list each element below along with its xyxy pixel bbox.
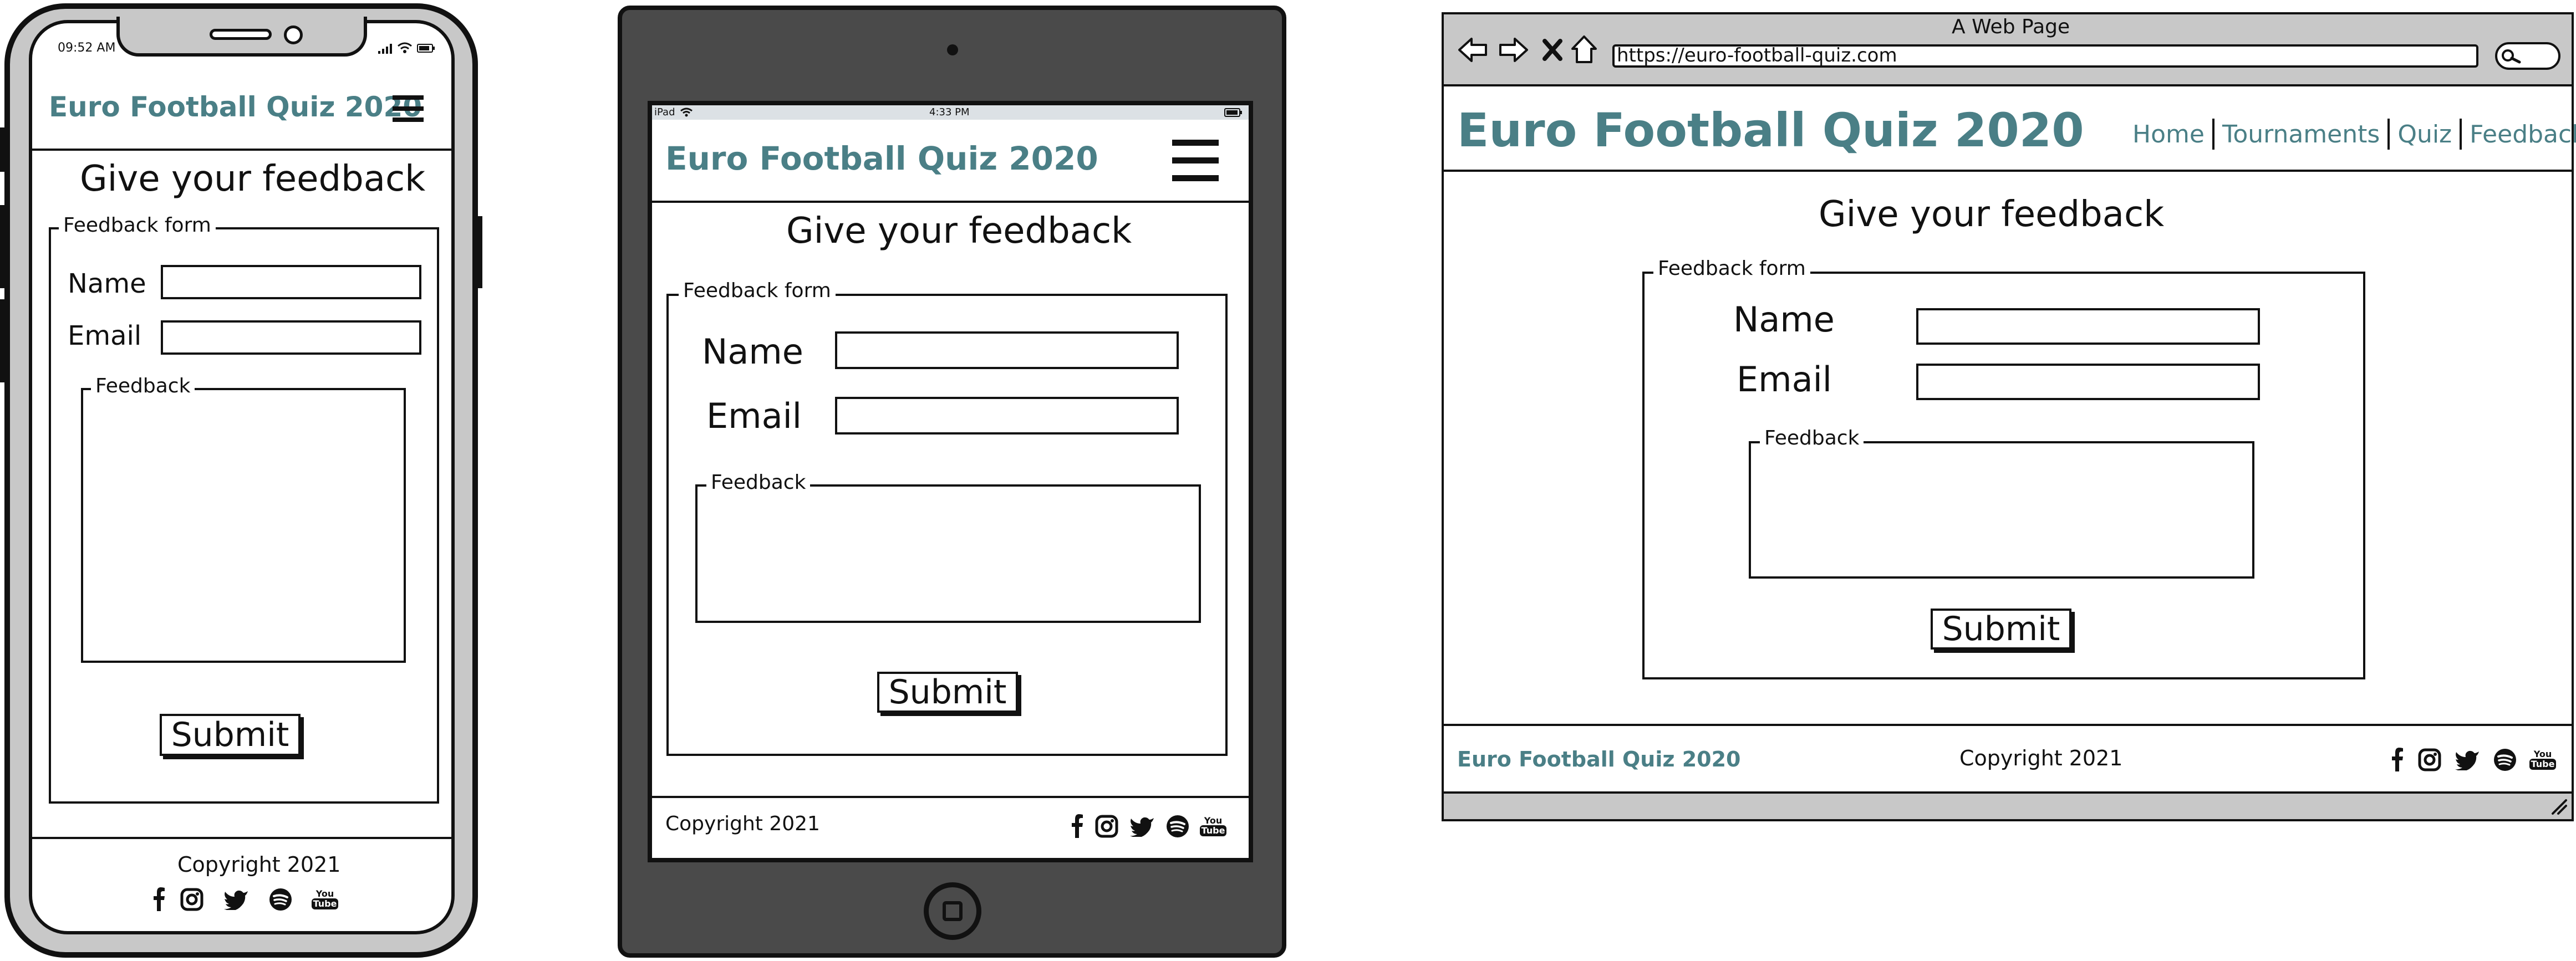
- tablet-home-square: [943, 901, 963, 921]
- tablet-submit-button[interactable]: Submit: [877, 672, 1018, 713]
- facebook-icon[interactable]: [2383, 747, 2411, 773]
- tablet-form-legend: Feedback form: [679, 279, 836, 302]
- tablet-name-label: Name: [702, 331, 803, 372]
- spotify-icon[interactable]: [2486, 748, 2524, 771]
- back-arrow-icon[interactable]: [1457, 35, 1488, 67]
- phone-header-divider: [32, 149, 451, 151]
- browser-window-title: A Web Page: [1952, 16, 2070, 38]
- tablet-social-icons: You Tube: [1065, 814, 1231, 839]
- tablet-status-time: 4:33 PM: [929, 106, 970, 118]
- twitter-icon[interactable]: [2448, 749, 2486, 770]
- phone-feedback-textarea[interactable]: [81, 388, 406, 663]
- home-icon[interactable]: [1570, 34, 1598, 67]
- desktop-name-input[interactable]: [1916, 308, 2260, 345]
- spotify-icon[interactable]: [258, 888, 303, 911]
- phone-email-label: Email: [68, 320, 142, 351]
- desktop-feedback-legend: Feedback: [1760, 427, 1864, 449]
- tablet-hamburger-icon[interactable]: [1171, 139, 1221, 185]
- instagram-icon[interactable]: [170, 888, 214, 911]
- desktop-form-legend: Feedback form: [1653, 257, 1810, 280]
- phone-feedback-legend: Feedback: [91, 375, 195, 397]
- nav-tournaments-link[interactable]: Tournaments: [2214, 120, 2387, 149]
- nav-home-link[interactable]: Home: [2132, 120, 2212, 149]
- phone-copyright: Copyright 2021: [177, 852, 341, 877]
- tablet-battery-icon: [1224, 108, 1243, 120]
- tablet-header-divider: [652, 201, 1249, 203]
- phone-side-button: [0, 127, 7, 172]
- youtube-icon[interactable]: You Tube: [1195, 816, 1231, 836]
- tablet-camera: [947, 44, 958, 55]
- youtube-icon[interactable]: You Tube: [303, 890, 347, 909]
- tablet-feedback-textarea[interactable]: [695, 484, 1201, 623]
- desktop-header-divider: [1444, 170, 2572, 172]
- phone-battery-icon: [417, 43, 436, 55]
- twitter-icon[interactable]: [1124, 816, 1160, 837]
- phone-name-label: Name: [68, 268, 146, 299]
- phone-camera: [284, 25, 303, 44]
- phone-wifi-icon: [397, 41, 413, 57]
- desktop-social-icons: You Tube: [2383, 747, 2562, 773]
- desktop-email-input[interactable]: [1916, 364, 2260, 400]
- nav-feedback-link[interactable]: Feedback: [2462, 120, 2576, 149]
- tablet-footer-divider: [652, 796, 1249, 798]
- forward-arrow-icon[interactable]: [1498, 35, 1529, 67]
- desktop-copyright: Copyright 2021: [1959, 746, 2123, 770]
- phone-power-button: [476, 216, 482, 288]
- desktop-nav: Home Tournaments Quiz Feedback: [2132, 119, 2576, 150]
- close-icon[interactable]: [1541, 38, 1564, 64]
- tablet-email-label: Email: [706, 396, 802, 436]
- tablet-feedback-legend: Feedback: [706, 471, 811, 494]
- address-bar-url: https://euro-football-quiz.com: [1617, 44, 1897, 67]
- phone-form-legend: Feedback form: [59, 214, 216, 237]
- desktop-footer-brand[interactable]: Euro Football Quiz 2020: [1457, 747, 1741, 771]
- phone-side-button: [0, 299, 7, 382]
- phone-status-time: 09:52 AM: [58, 41, 116, 55]
- instagram-icon[interactable]: [1089, 815, 1124, 838]
- desktop-page-heading: Give your feedback: [1819, 194, 2165, 235]
- phone-hamburger-icon[interactable]: [391, 94, 426, 126]
- desktop-brand-title[interactable]: Euro Football Quiz 2020: [1457, 103, 2084, 157]
- desktop-name-label: Name: [1733, 299, 1835, 340]
- tablet-name-input[interactable]: [835, 331, 1179, 369]
- instagram-icon[interactable]: [2411, 748, 2448, 771]
- phone-social-icons: You Tube: [147, 887, 347, 912]
- phone-signal-icon: [377, 42, 396, 57]
- desktop-email-label: Email: [1737, 359, 1832, 400]
- search-icon: [2501, 48, 2522, 67]
- phone-page-heading: Give your feedback: [80, 159, 426, 200]
- tablet-status-device: iPad: [654, 106, 675, 118]
- phone-footer-divider: [32, 837, 451, 839]
- phone-submit-button[interactable]: Submit: [160, 714, 301, 756]
- desktop-feedback-textarea[interactable]: [1749, 441, 2254, 579]
- twitter-icon[interactable]: [214, 889, 258, 910]
- desktop-footer-divider: [1444, 724, 2572, 726]
- spotify-icon[interactable]: [1160, 815, 1195, 838]
- tablet-email-input[interactable]: [835, 397, 1179, 435]
- facebook-icon[interactable]: [1065, 814, 1089, 839]
- resize-grip-icon[interactable]: [2550, 798, 2568, 818]
- nav-quiz-link[interactable]: Quiz: [2390, 120, 2460, 149]
- desktop-submit-button[interactable]: Submit: [1931, 609, 2071, 650]
- phone-brand-title[interactable]: Euro Football Quiz 2020: [49, 91, 422, 123]
- phone-email-input[interactable]: [161, 320, 421, 355]
- youtube-icon[interactable]: You Tube: [2524, 750, 2562, 770]
- tablet-brand-title[interactable]: Euro Football Quiz 2020: [665, 140, 1098, 177]
- facebook-icon[interactable]: [147, 887, 170, 912]
- phone-speaker: [210, 29, 272, 40]
- phone-side-button: [0, 205, 7, 288]
- tablet-page-heading: Give your feedback: [786, 211, 1132, 252]
- phone-name-input[interactable]: [161, 265, 421, 299]
- tablet-copyright: Copyright 2021: [665, 812, 820, 835]
- tablet-wifi-icon: [680, 106, 693, 120]
